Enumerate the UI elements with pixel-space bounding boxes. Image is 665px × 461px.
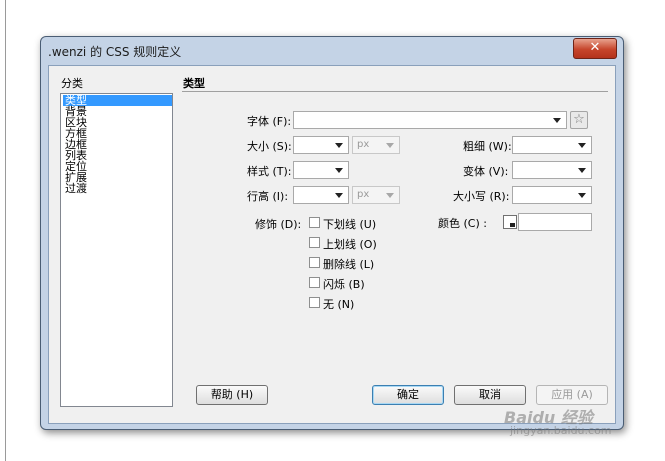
dialog-client-area: 分类 类型 背景 区块 方框 边框 列表 定位 扩展 过渡 类型 字体 (F):… — [48, 65, 616, 424]
dialog-title: .wenzi 的 CSS 规则定义 — [48, 45, 182, 59]
chevron-down-icon — [335, 168, 343, 173]
chevron-down-icon — [578, 168, 586, 173]
overline-label: 上划线 (O) — [323, 238, 377, 251]
chevron-down-icon — [335, 193, 343, 198]
close-icon: ✕ — [589, 40, 601, 55]
blink-label: 闪烁 (B) — [323, 278, 365, 291]
color-picker-button[interactable] — [503, 215, 517, 229]
font-family-label: 字体 (F): — [247, 115, 292, 128]
chevron-down-icon — [578, 193, 586, 198]
text-transform-select[interactable] — [512, 186, 592, 204]
decoration-label: 修饰 (D): — [255, 218, 302, 231]
font-variant-label: 变体 (V): — [463, 165, 509, 178]
font-size-unit: px — [357, 139, 370, 150]
chevron-down-icon — [553, 118, 561, 123]
chevron-down-icon — [386, 193, 394, 198]
font-size-label: 大小 (S): — [247, 140, 292, 153]
font-size-unit-select[interactable]: px — [352, 136, 400, 154]
none-checkbox[interactable] — [309, 297, 320, 308]
line-height-unit-select[interactable]: px — [352, 186, 400, 204]
title-bar[interactable]: .wenzi 的 CSS 规则定义 ✕ — [41, 37, 623, 65]
chevron-down-icon — [386, 143, 394, 148]
watermark-url: jingyan.baidu.com — [510, 424, 612, 437]
line-through-checkbox[interactable] — [309, 257, 320, 268]
line-height-label: 行高 (I): — [247, 190, 289, 203]
ok-button[interactable]: 确定 — [372, 385, 444, 405]
color-input[interactable] — [518, 213, 592, 231]
line-height-unit: px — [357, 189, 370, 200]
category-item-transition[interactable]: 过渡 — [63, 183, 172, 194]
chevron-down-icon — [578, 143, 586, 148]
chevron-down-icon — [335, 143, 343, 148]
underline-checkbox[interactable] — [309, 217, 320, 228]
close-button[interactable]: ✕ — [573, 38, 617, 59]
section-divider — [182, 91, 608, 92]
font-size-select[interactable] — [293, 136, 349, 154]
none-label: 无 (N) — [323, 298, 355, 311]
color-label: 颜色 (C) : — [438, 217, 487, 230]
blink-checkbox[interactable] — [309, 277, 320, 288]
category-list[interactable]: 类型 背景 区块 方框 边框 列表 定位 扩展 过渡 — [60, 93, 173, 407]
text-transform-label: 大小写 (R): — [453, 190, 510, 203]
star-icon: ☆ — [573, 112, 585, 127]
font-family-select[interactable] — [293, 111, 567, 129]
help-button[interactable]: 帮助 (H) — [196, 385, 268, 405]
font-weight-select[interactable] — [512, 136, 592, 154]
font-weight-label: 粗细 (W): — [463, 140, 512, 153]
apply-button[interactable]: 应用 (A) — [536, 385, 608, 405]
edit-font-list-button[interactable]: ☆ — [570, 111, 588, 129]
underline-label: 下划线 (U) — [323, 218, 377, 231]
page-edge-rule — [5, 0, 6, 461]
font-variant-select[interactable] — [512, 161, 592, 179]
font-style-label: 样式 (T): — [247, 165, 292, 178]
css-rule-dialog: .wenzi 的 CSS 规则定义 ✕ 分类 类型 背景 区块 方框 边框 列表… — [40, 36, 624, 430]
line-through-label: 删除线 (L) — [323, 258, 375, 271]
font-style-select[interactable] — [293, 161, 349, 179]
overline-checkbox[interactable] — [309, 237, 320, 248]
line-height-select[interactable] — [293, 186, 349, 204]
section-title: 类型 — [183, 77, 205, 90]
category-label: 分类 — [61, 77, 83, 90]
cancel-button[interactable]: 取消 — [454, 385, 526, 405]
